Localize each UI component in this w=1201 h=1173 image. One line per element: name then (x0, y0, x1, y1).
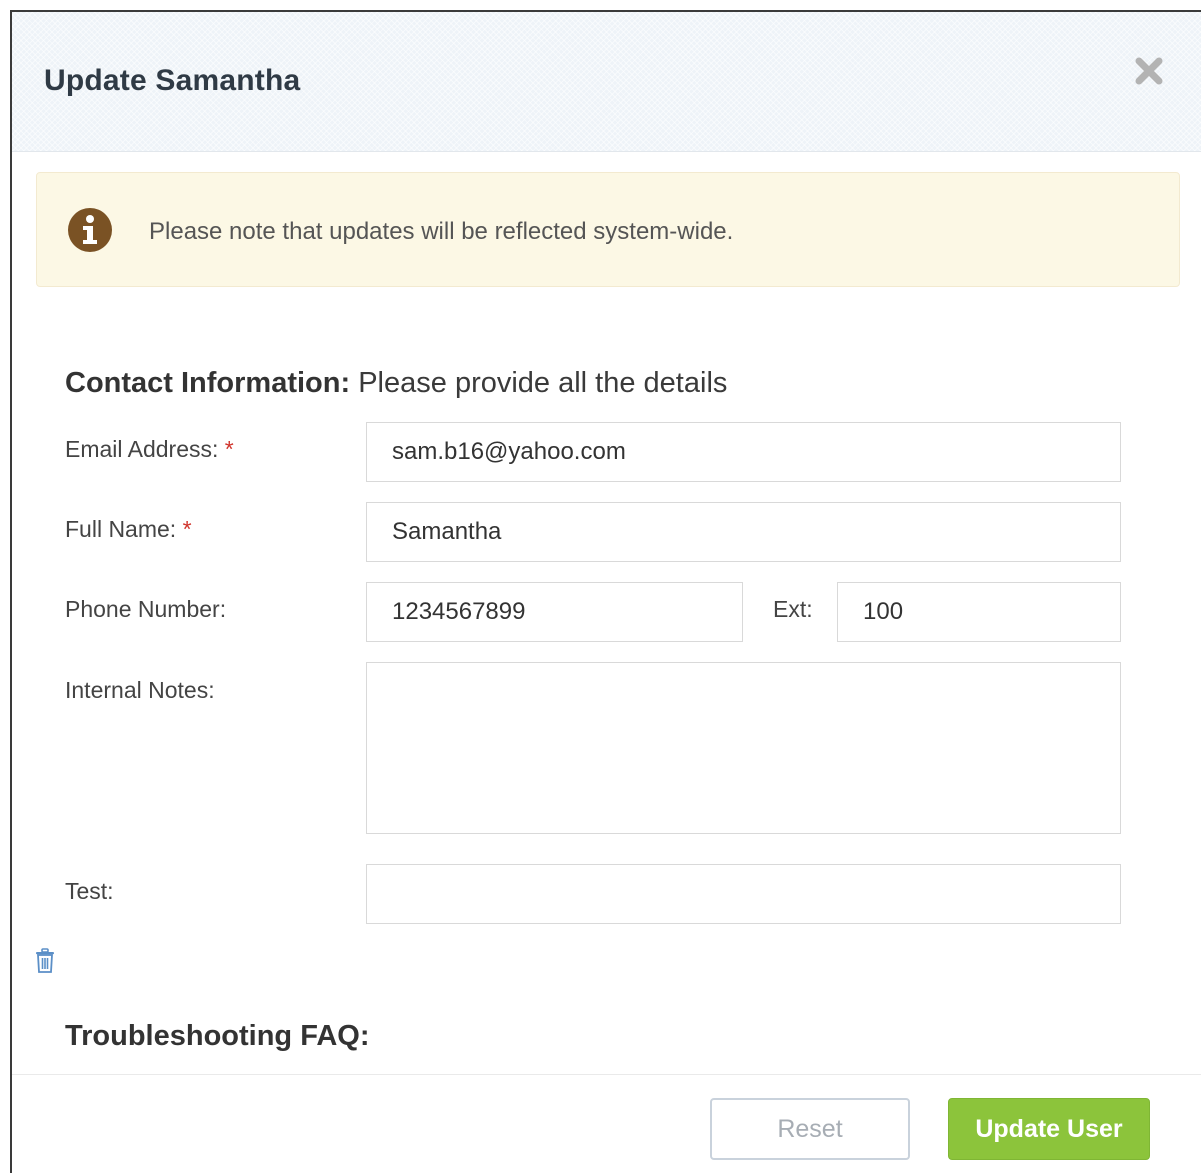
internal-notes-label: Internal Notes: (65, 677, 215, 703)
email-label-text: Email Address: (65, 436, 219, 462)
faq-section-heading: Troubleshooting FAQ: (65, 1020, 370, 1052)
ext-label: Ext: (773, 596, 813, 622)
contact-heading-rest: Please provide all the details (350, 367, 728, 399)
close-button[interactable] (1130, 52, 1168, 90)
update-user-dialog: Update Samantha Please note that updates… (10, 10, 1201, 1173)
info-icon (68, 208, 112, 252)
email-required-mark: * (224, 436, 234, 462)
dialog-title: Update Samantha (44, 64, 301, 97)
contact-heading-bold: Contact Information: (65, 367, 351, 399)
alert-message: Please note that updates will be reflect… (149, 218, 734, 245)
test-label: Test: (65, 878, 114, 904)
full-name-required-mark: * (182, 516, 192, 542)
delete-field-button[interactable] (34, 948, 56, 974)
internal-notes-textarea[interactable] (366, 662, 1121, 834)
ext-field[interactable] (837, 582, 1121, 642)
test-field[interactable] (366, 864, 1121, 924)
email-field[interactable] (366, 422, 1121, 482)
phone-label: Phone Number: (65, 596, 227, 622)
dialog-header: Update Samantha (12, 12, 1201, 152)
notice-alert: Please note that updates will be reflect… (36, 172, 1180, 287)
trash-icon (36, 948, 54, 973)
phone-field[interactable] (366, 582, 743, 642)
full-name-field[interactable] (366, 502, 1121, 562)
reset-button[interactable]: Reset (710, 1098, 910, 1160)
contact-section-heading: Contact Information: Please provide all … (65, 367, 727, 400)
update-user-button[interactable]: Update User (948, 1098, 1150, 1160)
full-name-label: Full Name: * (65, 516, 192, 543)
email-label: Email Address: * (65, 436, 234, 463)
close-icon (1135, 57, 1163, 85)
full-name-label-text: Full Name: (65, 516, 177, 542)
dialog-footer: Reset Update User (12, 1074, 1201, 1173)
